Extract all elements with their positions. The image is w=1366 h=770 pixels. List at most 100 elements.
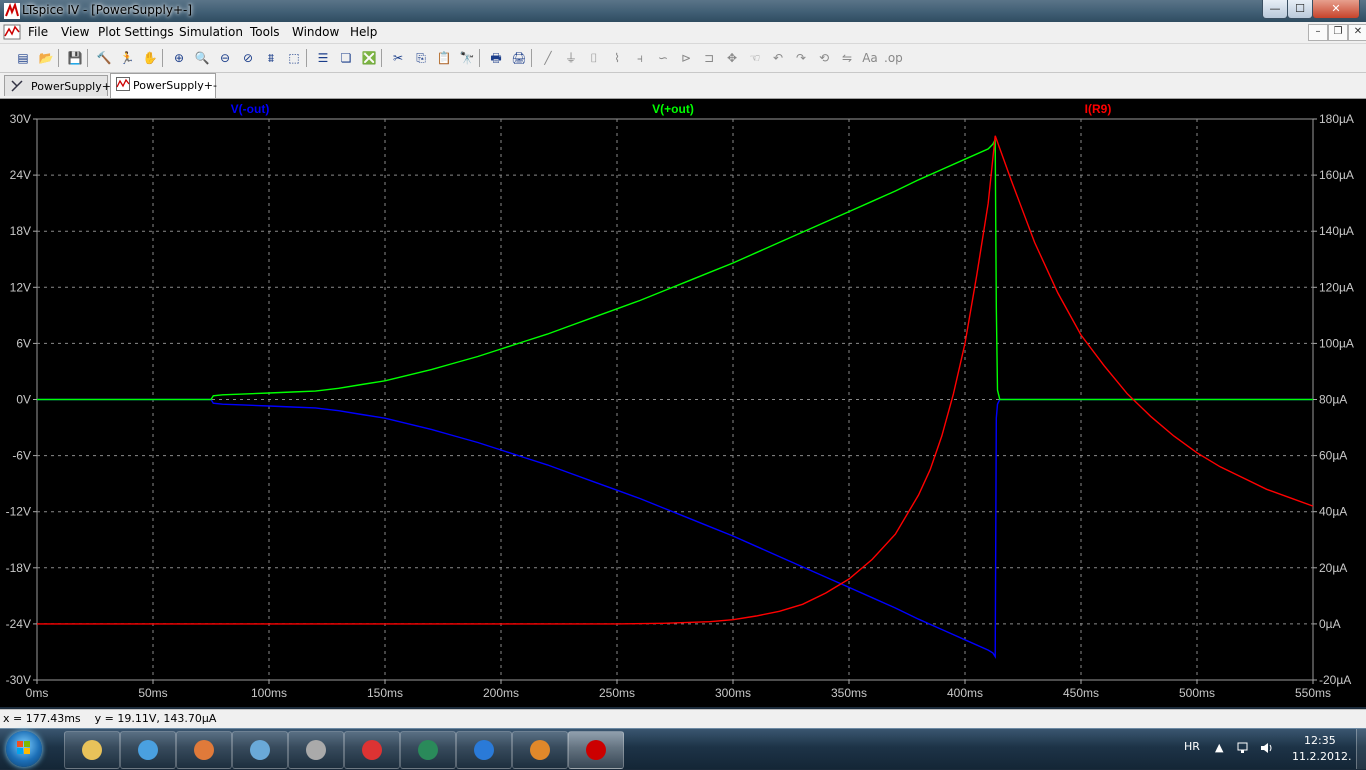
pan-hand-icon[interactable]: ✋: [141, 49, 159, 67]
fit-icon[interactable]: ⬚: [285, 49, 303, 67]
mdi-minimize-button[interactable]: –: [1308, 24, 1328, 41]
paste-icon[interactable]: 📋: [435, 49, 453, 67]
x-tick-label: 550ms: [1295, 686, 1331, 700]
y-left-tick-label: 18V: [10, 224, 31, 238]
open-icon[interactable]: 📂: [37, 49, 55, 67]
media-player-icon: [138, 740, 158, 760]
taskbar-button[interactable]: [400, 731, 456, 769]
menu-view[interactable]: View: [61, 25, 89, 39]
trace-label[interactable]: I(R9): [1085, 102, 1112, 116]
utility-icon: [306, 740, 326, 760]
diode-icon[interactable]: ⊳: [677, 49, 695, 67]
text-icon[interactable]: Aa: [861, 49, 879, 67]
taskbar-button[interactable]: [288, 731, 344, 769]
start-button[interactable]: [6, 731, 42, 767]
run-icon[interactable]: 🏃: [118, 49, 136, 67]
menu-help[interactable]: Help: [350, 25, 377, 39]
toolbar-separator: [58, 49, 59, 67]
new-schematic-icon[interactable]: ▤: [14, 49, 32, 67]
zoom-area-icon[interactable]: 🔍: [193, 49, 211, 67]
cut-icon[interactable]: ✂: [389, 49, 407, 67]
explorer-icon: [82, 740, 102, 760]
taskbar-button[interactable]: [64, 731, 120, 769]
inductor-icon[interactable]: ∽: [654, 49, 672, 67]
waveform-chart[interactable]: 0ms 50ms 100ms 150ms 200ms 250ms 300ms 350ms 400…: [0, 99, 1366, 707]
language-indicator[interactable]: HR: [1184, 740, 1200, 753]
close-button[interactable]: ✕: [1312, 0, 1360, 19]
capacitor-icon[interactable]: ⫞: [631, 49, 649, 67]
menu-window[interactable]: Window: [292, 25, 339, 39]
trace-label[interactable]: V(+out): [652, 102, 694, 116]
y-right-tick-label: 60µA: [1319, 449, 1347, 463]
tab-label: PowerSupply+-: [31, 80, 115, 93]
print-preview-icon[interactable]: 🖶: [487, 49, 505, 67]
clock-time[interactable]: 12:35: [1304, 734, 1336, 747]
redo-icon[interactable]: ↷: [792, 49, 810, 67]
autorange-icon[interactable]: ⩩: [262, 49, 280, 67]
taskbar-button[interactable]: [344, 731, 400, 769]
trace-label[interactable]: V(-out): [231, 102, 270, 116]
waveform-plot[interactable]: 0ms 50ms 100ms 150ms 200ms 250ms 300ms 350ms 400…: [0, 99, 1366, 707]
x-tick-label: 50ms: [138, 686, 167, 700]
y-right-tick-label: 80µA: [1319, 393, 1347, 407]
zoom-in-icon[interactable]: ⊕: [170, 49, 188, 67]
menu-simulation[interactable]: Simulation: [179, 25, 243, 39]
tab-schematic[interactable]: PowerSupply+-: [4, 75, 115, 96]
taskbar-button[interactable]: [232, 731, 288, 769]
taskbar-button[interactable]: [512, 731, 568, 769]
ground-icon[interactable]: ⏚: [562, 49, 580, 67]
trace-i-r9-: [37, 135, 1314, 625]
find-icon[interactable]: 🔭: [458, 49, 476, 67]
close-all-icon[interactable]: ❎: [360, 49, 378, 67]
menu-file[interactable]: File: [28, 25, 48, 39]
ltspice-logo-icon: [4, 3, 20, 19]
network-icon[interactable]: [1237, 741, 1251, 755]
taskbar-button[interactable]: [456, 731, 512, 769]
title-bar: LTspice IV - [PowerSupply+-] — ☐ ✕: [0, 0, 1366, 22]
move-icon[interactable]: ✥: [723, 49, 741, 67]
toolbar-separator: [381, 49, 382, 67]
zoom-out-icon[interactable]: ⊖: [216, 49, 234, 67]
control-panel-icon[interactable]: 🔨: [95, 49, 113, 67]
ltspice-icon: [586, 740, 606, 760]
tray-expand-icon[interactable]: ▲: [1215, 741, 1223, 754]
menu-tools[interactable]: Tools: [250, 25, 280, 39]
tile-horizontal-icon[interactable]: ☰: [314, 49, 332, 67]
taskbar-button[interactable]: [568, 731, 624, 769]
maximize-button[interactable]: ☐: [1287, 0, 1313, 19]
print-icon[interactable]: 🖨: [510, 49, 528, 67]
copy-icon[interactable]: ⎘: [412, 49, 430, 67]
drag-icon[interactable]: ☜: [746, 49, 764, 67]
taskbar-button[interactable]: [120, 731, 176, 769]
component-icon[interactable]: ⊐: [700, 49, 718, 67]
mdi-close-button[interactable]: ✕: [1348, 24, 1366, 41]
mirror-icon[interactable]: ⇋: [838, 49, 856, 67]
y-left-tick-label: 6V: [16, 336, 31, 350]
minimize-button[interactable]: —: [1262, 0, 1288, 19]
volume-icon[interactable]: [1260, 741, 1274, 755]
taskbar-button[interactable]: [176, 731, 232, 769]
spice-directive-icon[interactable]: .op: [884, 49, 903, 67]
schematic-icon: [11, 80, 23, 92]
y-left-tick-label: 30V: [10, 112, 31, 126]
x-tick-label: 300ms: [715, 686, 751, 700]
label-icon[interactable]: ⌷: [585, 49, 603, 67]
taskbar: HR ▲ 12:35 11.2.2012.: [0, 728, 1366, 769]
resistor-icon[interactable]: ⌇: [608, 49, 626, 67]
rotate-icon[interactable]: ⟲: [815, 49, 833, 67]
y-left-tick-label: -18V: [6, 561, 31, 575]
wire-icon[interactable]: ╱: [539, 49, 557, 67]
mdi-restore-button[interactable]: ❐: [1328, 24, 1348, 41]
cascade-icon[interactable]: ❏: [337, 49, 355, 67]
menu-plot-settings[interactable]: Plot Settings: [98, 25, 174, 39]
zoom-cancel-icon[interactable]: ⊘: [239, 49, 257, 67]
tab-waveform[interactable]: PowerSupply+-: [110, 73, 217, 98]
document-tabs: PowerSupply+- PowerSupply+-: [0, 73, 1366, 99]
show-desktop-button[interactable]: [1356, 729, 1366, 769]
y-left-tick-label: 12V: [10, 280, 31, 294]
save-icon[interactable]: 💾: [66, 49, 84, 67]
waveform-doc-icon[interactable]: [3, 24, 21, 40]
undo-icon[interactable]: ↶: [769, 49, 787, 67]
clock-date[interactable]: 11.2.2012.: [1292, 750, 1351, 763]
x-tick-label: 400ms: [947, 686, 983, 700]
